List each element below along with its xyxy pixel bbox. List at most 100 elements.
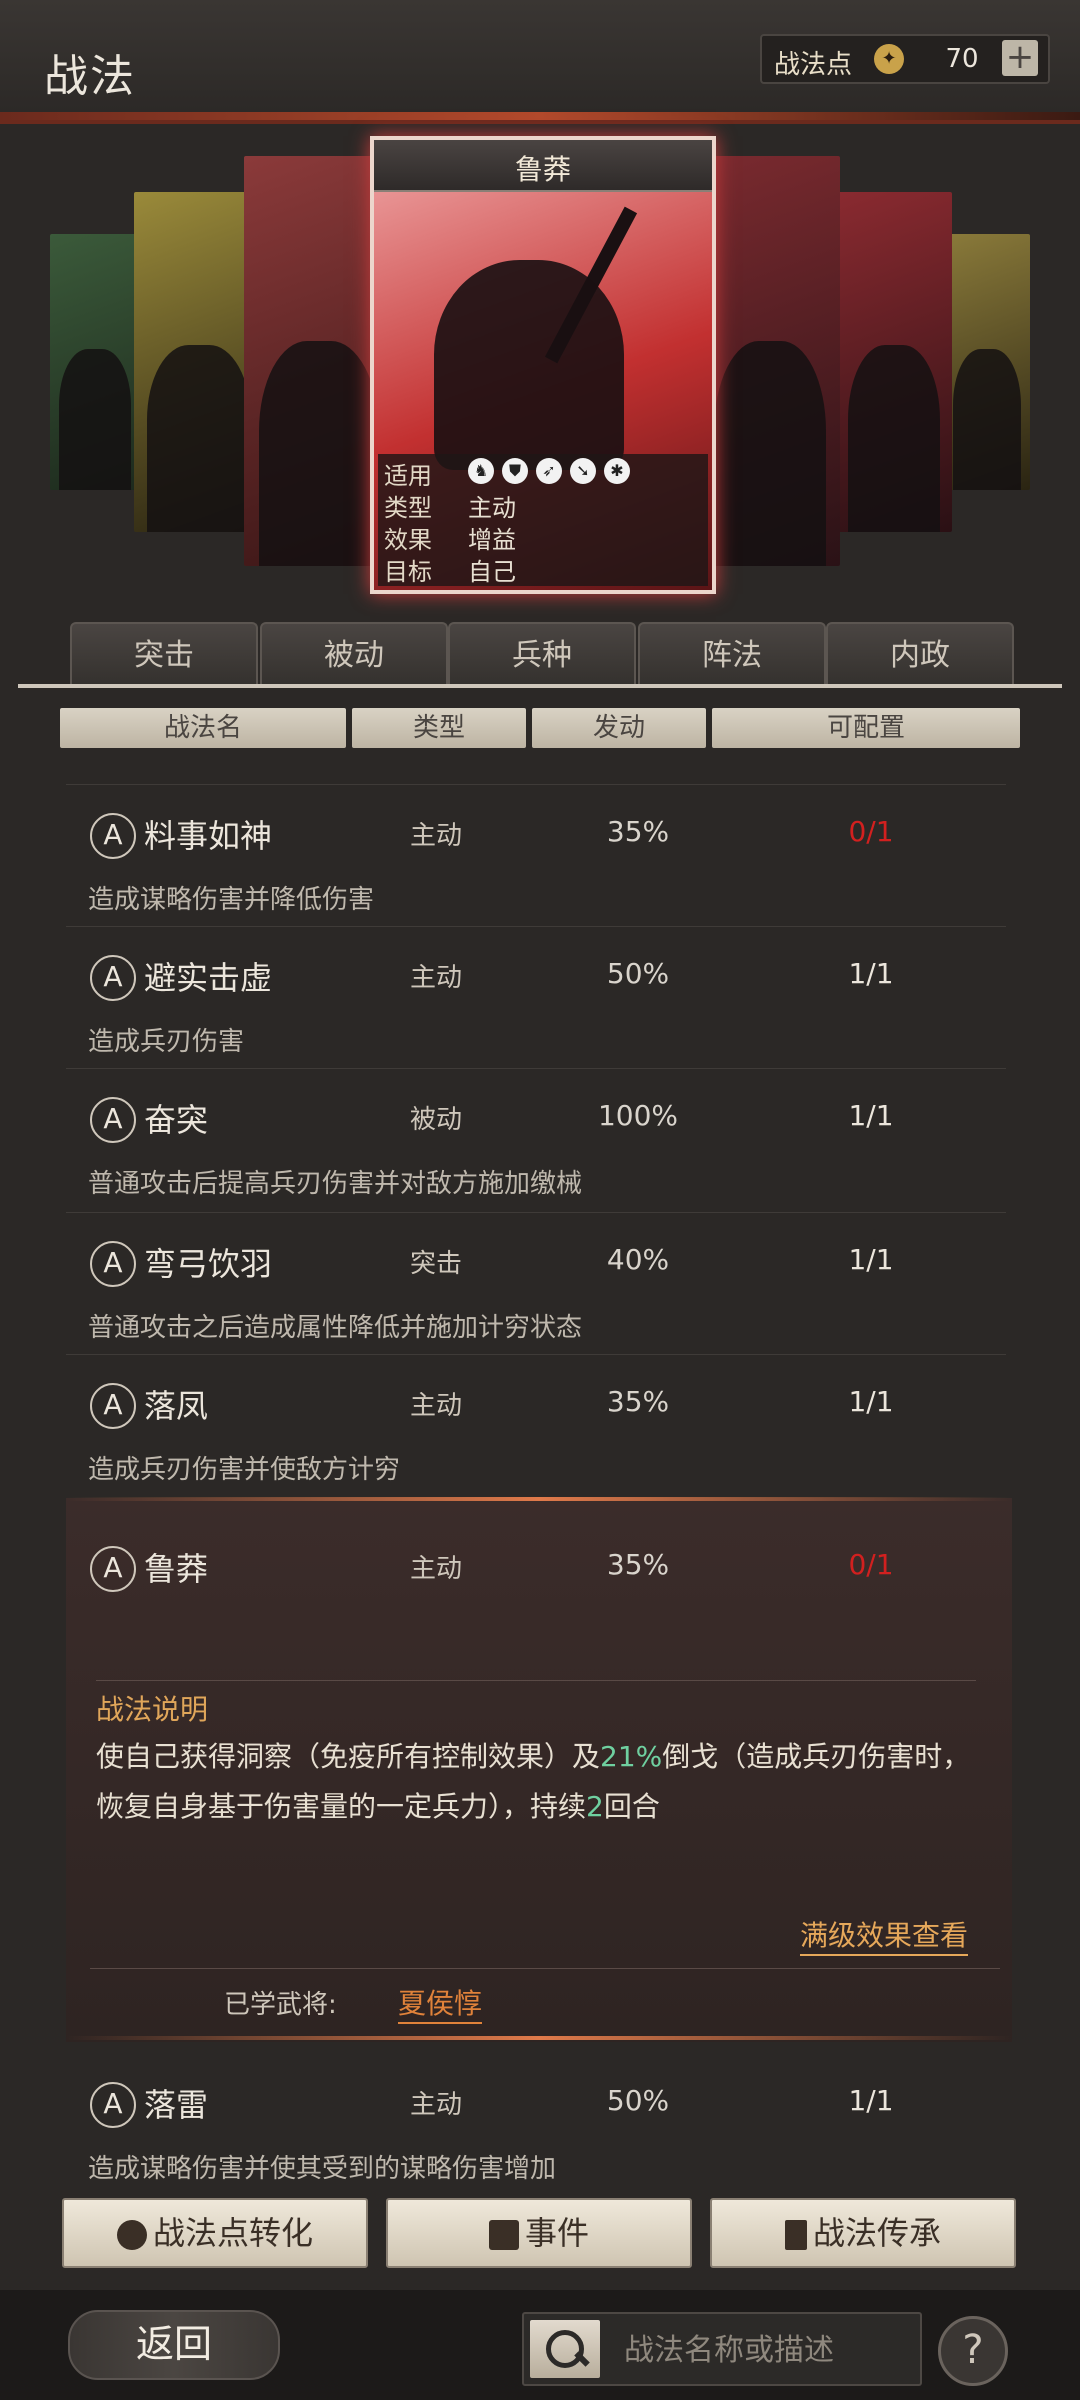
bow-icon: ➶	[536, 458, 562, 484]
tactic-trigger-rate: 50%	[606, 957, 670, 990]
tactic-card[interactable]	[944, 234, 1030, 490]
tactic-row[interactable]: A 落凤 主动 35% 1/1 造成兵刃伤害并使敌方计穷	[66, 1354, 1006, 1497]
tactic-description: 普通攻击后提高兵刃伤害并对敌方施加缴械	[88, 1169, 583, 1199]
tactic-description: 造成谋略伤害并使其受到的谋略伤害增加	[88, 2154, 557, 2184]
rank-a-badge: A	[90, 1241, 136, 1287]
tactic-trigger-rate: 40%	[606, 1243, 670, 1276]
search-input[interactable]	[624, 2332, 904, 2368]
header-divider	[0, 112, 1080, 120]
tactic-name: 落雷	[144, 2086, 209, 2124]
tactic-full-description: 使自己获得洞察（免疫所有控制效果）及21%倒戈（造成兵刃伤害时，恢复自身基于伤害…	[96, 1740, 971, 1823]
rank-a-badge: A	[90, 2082, 136, 2128]
tactic-points-label: 战法点	[774, 50, 853, 80]
card-artwork-figure	[434, 260, 624, 470]
expanded-glow-top	[66, 1497, 1012, 1501]
rank-a-badge: A	[90, 813, 136, 859]
tab-formation[interactable]: 阵法	[638, 622, 826, 688]
tab-passive[interactable]: 被动	[260, 622, 448, 688]
tactic-trigger-rate: 35%	[606, 1385, 670, 1418]
search-box	[522, 2312, 922, 2386]
tactic-description: 普通攻击之后造成属性降低并施加计穷状态	[88, 1313, 583, 1343]
full-level-effect-link[interactable]: 满级效果查看	[800, 1914, 969, 1956]
tab-underline	[18, 684, 1062, 688]
compass-coin-icon: ✦	[874, 44, 904, 74]
tactic-type: 主动	[410, 2090, 463, 2120]
highlight-value: 2	[586, 1790, 604, 1823]
card-info-panel: 适用 ♞ ⛊ ➶ ➘ ✱ 类型 主动 效果 增益 目标 自己	[378, 454, 708, 586]
card-row-value: 主动	[468, 494, 516, 522]
expanded-glow-bottom	[66, 2036, 1012, 2040]
card-title-bar: 鲁莽	[374, 140, 712, 192]
tactic-name: 弯弓饮羽	[144, 1245, 273, 1283]
tactic-description: 造成谋略伤害并降低伤害	[88, 885, 375, 915]
tactic-name: 鲁莽	[144, 1550, 209, 1588]
tactic-type: 主动	[410, 963, 463, 993]
tactic-slots: 0/1	[848, 815, 894, 848]
tab-troop[interactable]: 兵种	[448, 622, 636, 688]
column-header-trigger[interactable]: 发动	[532, 708, 706, 748]
tactic-type: 突击	[410, 1249, 463, 1279]
tactic-card[interactable]	[836, 192, 952, 532]
highlight-value: 21%	[600, 1740, 663, 1773]
rank-a-badge: A	[90, 1097, 136, 1143]
tactic-trigger-rate: 50%	[606, 2084, 670, 2117]
tactic-row[interactable]: A 避实击虚 主动 50% 1/1 造成兵刃伤害	[66, 926, 1006, 1069]
tactic-row[interactable]: A 奋突 被动 100% 1/1 普通攻击后提高兵刃伤害并对敌方施加缴械	[66, 1068, 1006, 1211]
convert-points-button[interactable]: 战法点转化	[62, 2198, 368, 2268]
learned-general-link[interactable]: 夏侯惇	[398, 1982, 483, 2024]
learned-general-label: 已学武将:	[224, 1990, 337, 2020]
tactic-slots: 1/1	[848, 1385, 894, 1418]
tactic-trigger-rate: 100%	[597, 1099, 679, 1132]
tactic-row[interactable]: A 落雷 主动 50% 1/1 造成谋略伤害并使其受到的谋略伤害增加	[66, 2054, 1006, 2196]
card-row-key: 类型	[384, 494, 432, 522]
tab-assault[interactable]: 突击	[70, 622, 258, 688]
tactic-slots: 0/1	[848, 1548, 894, 1581]
tactic-card[interactable]	[50, 234, 140, 490]
search-button[interactable]	[530, 2320, 600, 2378]
tactic-slots: 1/1	[848, 1243, 894, 1276]
shield-icon: ⛊	[502, 458, 528, 484]
tactic-description: 造成兵刃伤害并使敌方计穷	[88, 1455, 401, 1485]
flame-icon	[116, 2220, 147, 2250]
tactic-type: 主动	[410, 1554, 463, 1584]
event-button[interactable]: 事件	[386, 2198, 692, 2268]
card-row-value: 增益	[468, 526, 516, 554]
rank-a-badge: A	[90, 955, 136, 1001]
tactic-points-box: 战法点 ✦ 70 +	[760, 34, 1050, 84]
card-row-value: 自己	[468, 558, 516, 586]
tactic-row[interactable]: A 料事如神 主动 35% 0/1 造成谋略伤害并降低伤害	[66, 784, 1006, 927]
card-title: 鲁莽	[514, 153, 571, 186]
column-header-type[interactable]: 类型	[352, 708, 526, 748]
divider	[96, 1680, 976, 1681]
tactic-slots: 1/1	[848, 957, 894, 990]
card-row-key: 效果	[384, 526, 432, 554]
tab-domestic[interactable]: 内政	[826, 622, 1014, 688]
tactic-type: 主动	[410, 821, 463, 851]
tactic-description: 造成兵刃伤害	[88, 1027, 245, 1057]
hammer-icon	[784, 2220, 807, 2250]
tactic-name: 落凤	[144, 1387, 209, 1425]
tactic-trigger-rate: 35%	[606, 1548, 670, 1581]
wheel-icon: ✱	[604, 458, 630, 484]
add-points-button[interactable]: +	[1002, 40, 1038, 76]
card-row-key: 目标	[384, 558, 432, 586]
scroll-icon	[488, 2220, 519, 2250]
tactic-slots: 1/1	[848, 1099, 894, 1132]
tactic-trigger-rate: 35%	[606, 815, 670, 848]
tactic-row[interactable]: A 弯弓饮羽 突击 40% 1/1 普通攻击之后造成属性降低并施加计穷状态	[66, 1212, 1006, 1355]
cavalry-icon: ♞	[468, 458, 494, 484]
help-button[interactable]: ?	[938, 2316, 1008, 2386]
spear-icon: ➘	[570, 458, 596, 484]
inherit-tactic-button[interactable]: 战法传承	[710, 2198, 1016, 2268]
back-button[interactable]: 返回	[68, 2310, 280, 2380]
featured-tactic-card[interactable]: 鲁莽 适用 ♞ ⛊ ➶ ➘ ✱ 类型 主动 效果 增益 目标 自己	[370, 136, 716, 594]
page-title: 战法	[44, 51, 136, 102]
tactic-points-value: 70	[945, 44, 979, 74]
expanded-tactic-header[interactable]: A 鲁莽 主动 35% 0/1	[66, 1518, 1006, 1658]
rank-a-badge: A	[90, 1383, 136, 1429]
column-header-name[interactable]: 战法名	[60, 708, 346, 748]
tactic-type: 主动	[410, 1391, 463, 1421]
column-header-slots[interactable]: 可配置	[712, 708, 1020, 748]
tactic-card[interactable]	[700, 156, 840, 566]
tactic-slots: 1/1	[848, 2084, 894, 2117]
